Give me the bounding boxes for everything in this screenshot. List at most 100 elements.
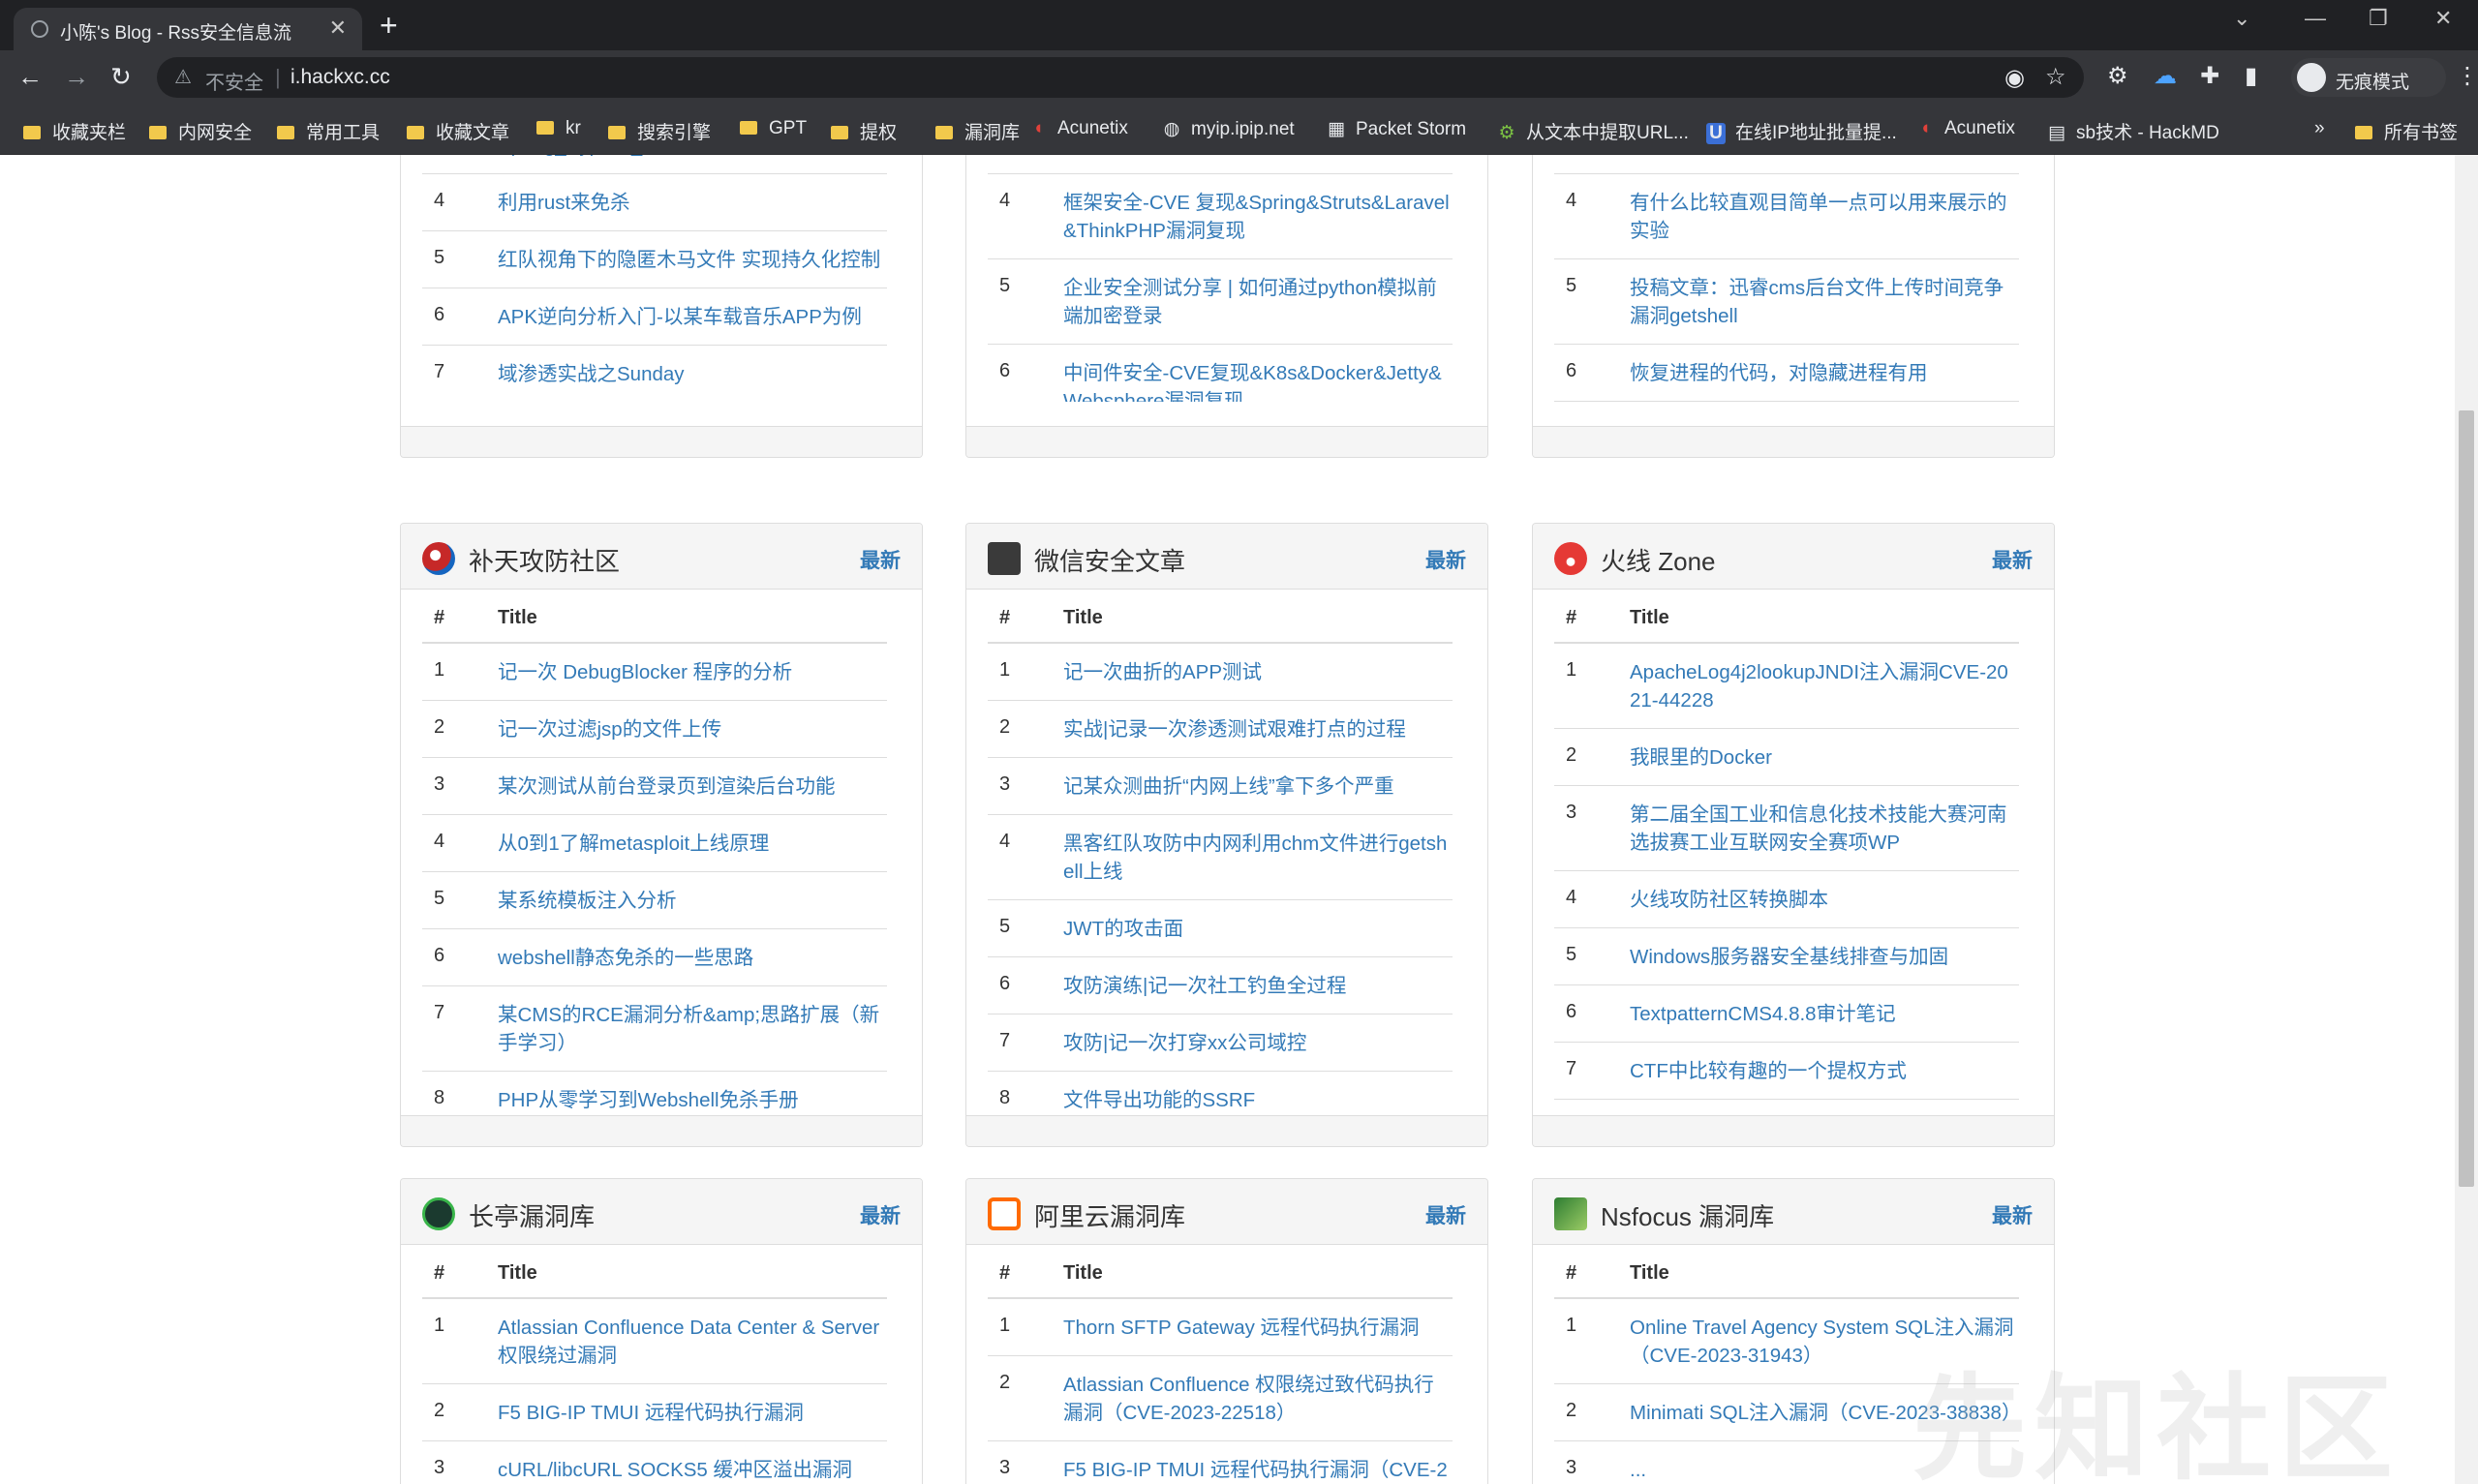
bookmark-13[interactable]: ⚙ 从文本中提取URL... bbox=[1497, 118, 1688, 144]
bookmark-6[interactable]: 搜索引擎 bbox=[608, 118, 711, 144]
bookmark-3[interactable]: 常用工具 bbox=[277, 118, 380, 144]
back-icon[interactable]: ← bbox=[17, 62, 43, 92]
bookmark-14[interactable]: U 在线IP地址批量提... bbox=[1706, 118, 1897, 144]
article-link[interactable]: 第二届全国工业和信息化技术技能大赛河南选拔赛工业互联网安全赛项WP bbox=[1630, 801, 2019, 857]
article-link[interactable]: webshell静态免杀的一些思路 bbox=[498, 944, 887, 972]
article-link[interactable]: ... bbox=[1630, 155, 2019, 160]
feed-panel: ... 4 框架安全-CVE 复现&Spring&Struts&Laravel&Th… bbox=[965, 155, 1488, 458]
article-link[interactable]: 投稿文章：迅睿cms后台文件上传时间竞争漏洞getshell bbox=[1630, 274, 2019, 330]
bookmark-11[interactable]: ◍ myip.ipip.net bbox=[1162, 118, 1295, 140]
latest-link[interactable]: 最新 bbox=[1425, 1200, 1466, 1229]
article-link[interactable]: 从0到1了解metasploit上线原理 bbox=[498, 830, 887, 858]
article-link[interactable]: 攻防演练|记一次社工钓鱼全过程 bbox=[1063, 972, 1453, 1000]
table-header: # Title bbox=[1554, 1245, 2019, 1299]
bookmark-1[interactable]: 收藏夹栏 bbox=[23, 118, 126, 144]
extensions-puzzle-icon[interactable]: ✚ bbox=[2200, 62, 2219, 90]
article-link[interactable]: 利用rust来免杀 bbox=[498, 189, 887, 217]
article-link[interactable]: 记某众测曲折“内网上线”拿下多个严重 bbox=[1063, 772, 1453, 801]
cloud-extension-icon[interactable]: ☁ bbox=[2154, 62, 2177, 90]
article-link[interactable]: 实战|记录一次渗透测试艰难打点的过程 bbox=[1063, 715, 1453, 743]
reload-icon[interactable]: ↻ bbox=[110, 62, 132, 92]
article-link[interactable]: 恢复进程的代码，对隐藏进程有用 bbox=[1630, 359, 2019, 387]
new-tab-icon[interactable]: + bbox=[380, 8, 398, 44]
bookmark-star-icon[interactable]: ☆ bbox=[2045, 63, 2066, 91]
bookmark-2[interactable]: 内网安全 bbox=[149, 118, 252, 144]
not-secure-label[interactable]: 不安全 bbox=[205, 67, 263, 95]
article-link[interactable]: 中间件安全-CVE复现&K8s&Docker&Jetty&Websphere漏洞… bbox=[1063, 359, 1453, 402]
side-panel-icon[interactable]: ▮ bbox=[2245, 62, 2257, 90]
bookmark-9[interactable]: 漏洞库 bbox=[935, 118, 1020, 144]
article-link[interactable]: 某系统模板注入分析 bbox=[498, 887, 887, 915]
feed-panel: 火线 Zone 最新 # Title 1 ApacheLog4j2lookupJNDI注入… bbox=[1532, 523, 2055, 1147]
folder-icon bbox=[23, 126, 41, 139]
bookmark-16[interactable]: ▤ sb技术 - HackMD bbox=[2047, 118, 2219, 144]
maximize-icon[interactable]: ❐ bbox=[2369, 6, 2388, 31]
bookmark-8[interactable]: 提权 bbox=[831, 118, 897, 144]
page-scrollbar[interactable] bbox=[2455, 155, 2478, 1484]
article-link[interactable]: Atlassian Confluence 权限绕过致代码执行漏洞（CVE-202… bbox=[1063, 1371, 1453, 1427]
minimize-icon[interactable]: — bbox=[2305, 6, 2326, 31]
table-row: 3 第二届全国工业和信息化技术技能大赛河南选拔赛工业互联网安全赛项WP bbox=[1554, 786, 2019, 871]
article-link[interactable]: 某CMS的RCE漏洞分析&amp;思路扩展（新手学习） bbox=[498, 1001, 887, 1057]
forward-icon[interactable]: → bbox=[64, 62, 89, 92]
article-link[interactable]: APK逆向分析入门-以某车载音乐APP为例 bbox=[498, 303, 887, 331]
bookmark-15[interactable]: ◖ Acunetix bbox=[1915, 118, 2015, 139]
article-link[interactable]: CTF中比较有趣的一个提权方式 bbox=[1630, 1057, 2019, 1085]
table-row: 5 Windows服务器安全基线排查与加固 bbox=[1554, 928, 2019, 985]
article-link[interactable]: 框架安全-CVE 复现&Spring&Struts&Laravel&ThinkP… bbox=[1063, 189, 1453, 245]
menu-kebab-icon[interactable]: ⋮ bbox=[2456, 62, 2478, 90]
latest-link[interactable]: 最新 bbox=[860, 545, 901, 574]
article-link[interactable]: 域渗透实战之Sunday bbox=[498, 360, 887, 388]
bookmark-5[interactable]: kr bbox=[536, 118, 581, 139]
bookmark-12[interactable]: ▦ Packet Storm bbox=[1327, 118, 1466, 140]
article-link[interactable]: 某次测试从前台登录页到渲染后台功能 bbox=[498, 772, 887, 801]
article-link[interactable]: 火线攻防社区转换脚本 bbox=[1630, 886, 2019, 914]
article-link[interactable]: JWT的攻击面 bbox=[1063, 915, 1453, 943]
latest-link[interactable]: 最新 bbox=[860, 1200, 901, 1229]
article-link[interactable]: 攻防|记一次打穿xx公司域控 bbox=[1063, 1029, 1453, 1057]
article-link[interactable]: ApacheLog4j2lookupJNDI注入漏洞CVE-2021-44228 bbox=[1630, 658, 2019, 714]
row-number: 6 bbox=[434, 945, 445, 966]
latest-link[interactable]: 最新 bbox=[1992, 1200, 2033, 1229]
article-link[interactable]: PHP从零学习到Webshell免杀手册 bbox=[498, 1086, 887, 1109]
not-secure-warning-icon[interactable]: ⚠ bbox=[174, 65, 192, 89]
article-link[interactable]: 黑客红队攻防中内网利用chm文件进行getshell上线 bbox=[1063, 830, 1453, 886]
article-link[interactable]: TextpatternCMS4.8.8审计笔记 bbox=[1630, 1000, 2019, 1028]
article-link[interactable]: 文件导出功能的SSRF bbox=[1063, 1086, 1453, 1109]
bookmark-10[interactable]: ◖ Acunetix bbox=[1028, 118, 1128, 139]
tab-search-icon[interactable]: ⌄ bbox=[2233, 6, 2250, 31]
article-link[interactable]: 我眼里的Docker bbox=[1630, 743, 2019, 772]
close-tab-icon[interactable]: ✕ bbox=[329, 15, 347, 41]
article-link[interactable]: F5 BIG-IP TMUI 远程代码执行漏洞 bbox=[498, 1399, 887, 1427]
bookmark-label: kr bbox=[566, 118, 581, 138]
extension-gear-icon[interactable]: ⚙ bbox=[2107, 62, 2128, 90]
article-link[interactable]: 企业安全测试分享 | 如何通过python模拟前端加密登录 bbox=[1063, 274, 1453, 330]
latest-link[interactable]: 最新 bbox=[1992, 545, 2033, 574]
bookmarks-overflow-button[interactable]: » bbox=[2314, 118, 2325, 139]
article-link[interactable]: 红队视角下的隐匿木马文件 实现持久化控制 bbox=[498, 246, 887, 274]
article-link[interactable]: Thorn SFTP Gateway 远程代码执行漏洞 bbox=[1063, 1314, 1453, 1342]
address-bar[interactable]: ⚠ 不安全 | i.hackxc.cc ◉ ☆ bbox=[157, 57, 2084, 98]
article-link[interactable]: 有什么比较直观目简单一点可以用来展示的实验 bbox=[1630, 189, 2019, 245]
all-bookmarks-button[interactable]: 所有书签 bbox=[2355, 118, 2458, 144]
article-link[interactable]: 记一次曲折的APP测试 bbox=[1063, 658, 1453, 686]
article-link[interactable]: Atlassian Confluence Data Center & Serve… bbox=[498, 1314, 887, 1370]
table-row: 4 利用rust来免杀 bbox=[422, 174, 887, 231]
row-number: 3 bbox=[434, 1457, 445, 1478]
tracking-protection-eye-icon[interactable]: ◉ bbox=[2004, 64, 2025, 92]
article-link[interactable]: ... bbox=[1063, 155, 1453, 160]
article-link[interactable]: Windows服务器安全基线排查与加固 bbox=[1630, 943, 2019, 971]
article-link[interactable]: Spring_Bypass_Test... bbox=[498, 155, 887, 160]
article-link[interactable]: F5 BIG-IP TMUI 远程代码执行漏洞（CVE-2023-46747） bbox=[1063, 1456, 1453, 1484]
article-link[interactable]: 记一次 DebugBlocker 程序的分析 bbox=[498, 658, 887, 686]
article-link[interactable]: 记一次过滤jsp的文件上传 bbox=[498, 715, 887, 743]
bookmark-4[interactable]: 收藏文章 bbox=[407, 118, 509, 144]
url-text[interactable]: i.hackxc.cc bbox=[291, 66, 390, 89]
browser-tab[interactable]: 小陈's Blog - Rss安全信息流 ✕ bbox=[14, 8, 362, 50]
scrollbar-thumb[interactable] bbox=[2459, 410, 2474, 1187]
incognito-profile-button[interactable]: 无痕模式 bbox=[2291, 58, 2446, 97]
bookmark-7[interactable]: GPT bbox=[740, 118, 807, 139]
window-close-icon[interactable]: ✕ bbox=[2434, 6, 2452, 31]
article-link[interactable]: cURL/libcURL SOCKS5 缓冲区溢出漏洞 bbox=[498, 1456, 887, 1484]
latest-link[interactable]: 最新 bbox=[1425, 545, 1466, 574]
